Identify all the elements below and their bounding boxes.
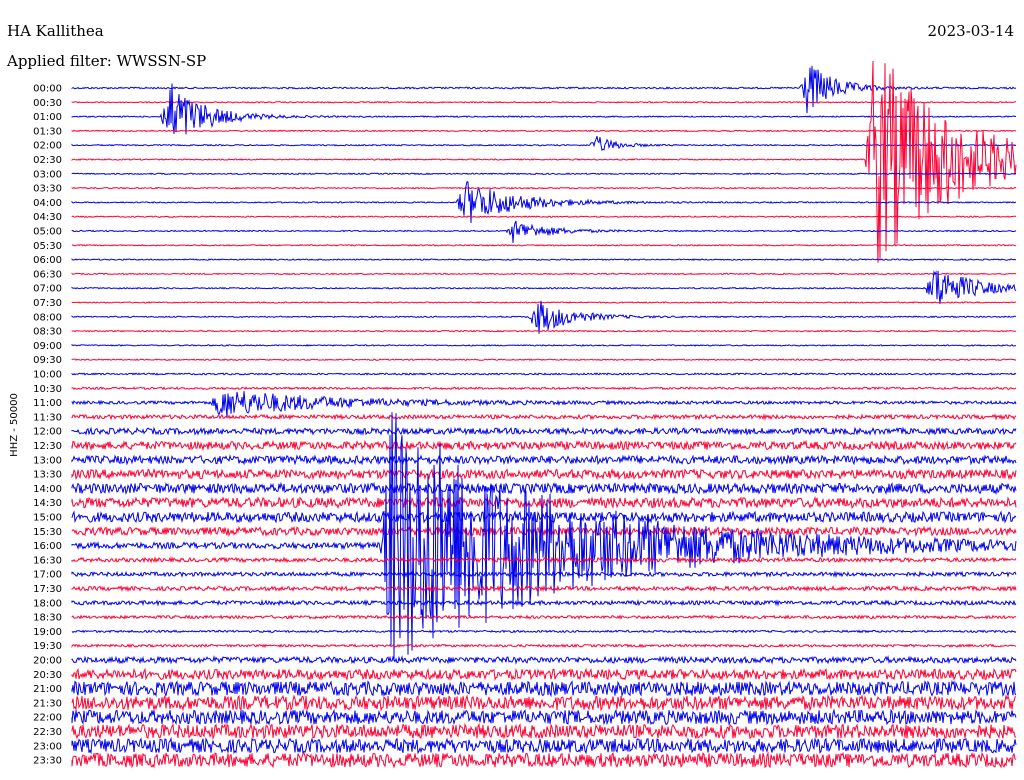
seismic-trace	[71, 100, 1016, 104]
seismic-trace	[71, 525, 1017, 538]
trace-time-label: 03:00	[33, 169, 62, 180]
seismic-trace	[71, 358, 1017, 362]
trace-time-label: 06:00	[33, 255, 62, 266]
trace-time-label: 11:30	[33, 412, 62, 423]
trace-time-label: 11:00	[33, 398, 62, 409]
trace-time-label: 18:00	[33, 598, 62, 609]
seismic-trace	[71, 300, 1017, 334]
helicorder-chart: 00:00 00:30 01:00 01:30 02:00 02:30 03:00 03:30…	[9, 60, 1017, 769]
seismic-trace	[71, 467, 1017, 481]
seismic-trace	[71, 679, 1017, 698]
seismic-trace	[71, 186, 1017, 190]
trace-time-label: 08:00	[33, 312, 62, 323]
trace-time-label: 21:30	[33, 698, 62, 709]
trace-time-label: 23:00	[33, 741, 62, 752]
trace-time-label: 08:30	[33, 327, 62, 338]
trace-time-label: 15:30	[33, 527, 62, 538]
seismic-trace	[71, 643, 1017, 649]
trace-time-label: 10:30	[33, 384, 62, 395]
seismic-trace	[71, 343, 1017, 347]
seismic-trace	[71, 570, 1017, 579]
trace-time-label: 13:30	[33, 470, 62, 481]
trace-time-label: 17:00	[33, 570, 62, 581]
seismic-trace	[71, 60, 1017, 263]
trace-time-label: 02:30	[33, 155, 62, 166]
trace-time-label: 09:30	[33, 355, 62, 366]
trace-time-label: 12:30	[33, 441, 62, 452]
seismic-trace	[71, 220, 1017, 243]
trace-time-label: 23:30	[33, 756, 62, 767]
trace-time-label: 21:00	[33, 684, 62, 695]
trace-time-label: 04:30	[33, 212, 62, 223]
seismic-trace	[71, 629, 1017, 634]
seismic-trace	[71, 495, 1017, 510]
seismic-trace	[71, 556, 1017, 564]
seismic-trace	[71, 215, 1017, 218]
trace-time-label: 07:30	[33, 298, 62, 309]
seismic-trace	[71, 426, 1017, 436]
trace-time-label: 00:00	[33, 84, 62, 95]
time-axis: 00:00 00:30 01:00 01:30 02:00 02:30 03:00 03:30…	[33, 84, 62, 767]
trace-time-label: 13:00	[33, 455, 62, 466]
seismic-trace	[71, 270, 1017, 304]
seismic-trace	[71, 412, 1017, 661]
seismic-trace	[71, 413, 1017, 421]
trace-time-label: 16:30	[33, 555, 62, 566]
trace-time-label: 09:00	[33, 341, 62, 352]
trace-time-label: 20:30	[33, 670, 62, 681]
trace-time-label: 15:00	[33, 513, 62, 524]
trace-time-label: 17:30	[33, 584, 62, 595]
seismic-trace	[71, 439, 1017, 452]
seismic-trace	[71, 258, 1017, 261]
trace-time-label: 05:00	[33, 227, 62, 238]
seismic-trace	[71, 301, 1017, 304]
seismic-trace	[71, 83, 1017, 135]
trace-time-label: 14:00	[33, 484, 62, 495]
trace-group	[71, 60, 1017, 769]
trace-time-label: 19:00	[33, 627, 62, 638]
seismic-trace	[71, 667, 1017, 682]
trace-time-label: 22:00	[33, 713, 62, 724]
trace-time-label: 01:30	[33, 126, 62, 137]
seismic-trace	[71, 372, 1017, 376]
trace-time-label: 12:00	[33, 427, 62, 438]
seismic-trace	[71, 655, 1017, 665]
seismic-trace	[71, 65, 1017, 114]
trace-time-label: 06:30	[33, 269, 62, 280]
seismic-trace	[71, 722, 1017, 740]
seismic-trace	[71, 751, 1017, 769]
trace-time-label: 10:00	[33, 370, 62, 381]
seismic-trace	[71, 243, 1017, 247]
trace-time-label: 02:00	[33, 141, 62, 152]
seismic-trace	[71, 454, 1017, 466]
trace-time-label: 04:00	[33, 198, 62, 209]
trace-time-label: 20:00	[33, 656, 62, 667]
trace-time-label: 14:30	[33, 498, 62, 509]
y-axis-label: HHZ - 50000	[9, 393, 20, 457]
seismic-trace	[71, 584, 1017, 593]
seismic-trace	[71, 599, 1017, 607]
trace-time-label: 16:00	[33, 541, 62, 552]
seismic-trace	[71, 272, 1017, 276]
trace-time-label: 03:30	[33, 184, 62, 195]
trace-time-label: 01:00	[33, 112, 62, 123]
trace-time-label: 07:00	[33, 284, 62, 295]
trace-time-label: 00:30	[33, 98, 62, 109]
seismic-trace	[71, 693, 1017, 712]
seismic-trace	[71, 481, 1017, 496]
seismic-trace	[71, 172, 1017, 176]
trace-time-label: 05:30	[33, 241, 62, 252]
seismic-trace	[71, 614, 1017, 620]
seismic-trace	[71, 386, 1017, 391]
trace-time-label: 18:30	[33, 613, 62, 624]
seismic-trace	[71, 391, 1017, 417]
trace-time-label: 22:30	[33, 727, 62, 738]
seismic-trace	[71, 736, 1017, 755]
seismic-trace	[71, 510, 1017, 524]
seismic-trace	[71, 708, 1017, 726]
trace-time-label: 19:30	[33, 641, 62, 652]
seismic-trace	[71, 329, 1016, 333]
